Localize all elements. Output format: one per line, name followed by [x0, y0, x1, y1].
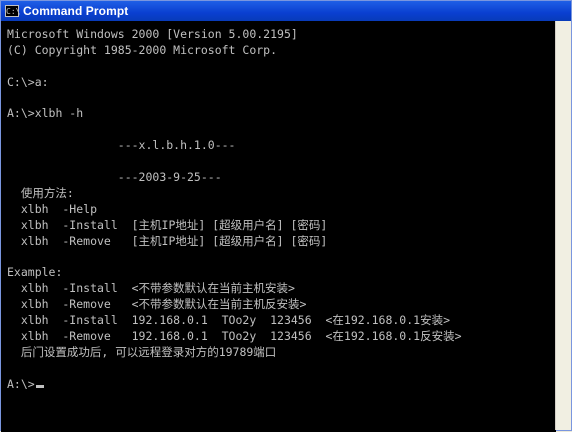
console-line: Microsoft Windows 2000 [Version 5.00.219…: [7, 27, 298, 41]
text-cursor: [35, 384, 44, 388]
console-line: xlbh -Remove [主机IP地址] [超级用户名] [密码]: [7, 233, 328, 248]
title-bar[interactable]: C:\ Command Prompt: [1, 1, 571, 21]
console-line: xlbh -Remove <不带参数默认在当前主机反安装>: [7, 297, 307, 312]
console-line: xlbh -Remove 192.168.0.1 TOo2y 123456 <在…: [7, 328, 462, 343]
window-title: Command Prompt: [23, 4, 129, 18]
console-line: C:\>a:: [7, 74, 49, 89]
console-line: 使用方法:: [7, 185, 74, 200]
console-line: xlbh -Help: [7, 201, 98, 216]
cmd-icon[interactable]: C:\: [5, 5, 20, 17]
vertical-scrollbar[interactable]: [555, 21, 571, 430]
console-line: ---2003-9-25---: [7, 170, 222, 185]
command-prompt-window: C:\ Command Prompt Microsoft Windows 200…: [0, 0, 572, 432]
console-line: 后门设置成功后, 可以远程登录对方的19789端口: [7, 344, 277, 359]
console-line: (C) Copyright 1985-2000 Microsoft Corp.: [7, 42, 278, 57]
console-output[interactable]: Microsoft Windows 2000 [Version 5.00.219…: [1, 21, 556, 432]
console-line: A:\>: [7, 377, 462, 393]
console-line: ---x.l.b.h.1.0---: [7, 138, 236, 153]
console-line: A:\>xlbh -h: [7, 106, 84, 121]
console-line: xlbh -Install [主机IP地址] [超级用户名] [密码]: [7, 217, 328, 232]
console-line: xlbh -Install 192.168.0.1 TOo2y 123456 <…: [7, 313, 450, 328]
console-line: Example:: [7, 265, 63, 280]
console-text: Microsoft Windows 2000 [Version 5.00.219…: [7, 27, 462, 392]
console-line: xlbh -Install <不带参数默认在当前主机安装>: [7, 281, 295, 296]
